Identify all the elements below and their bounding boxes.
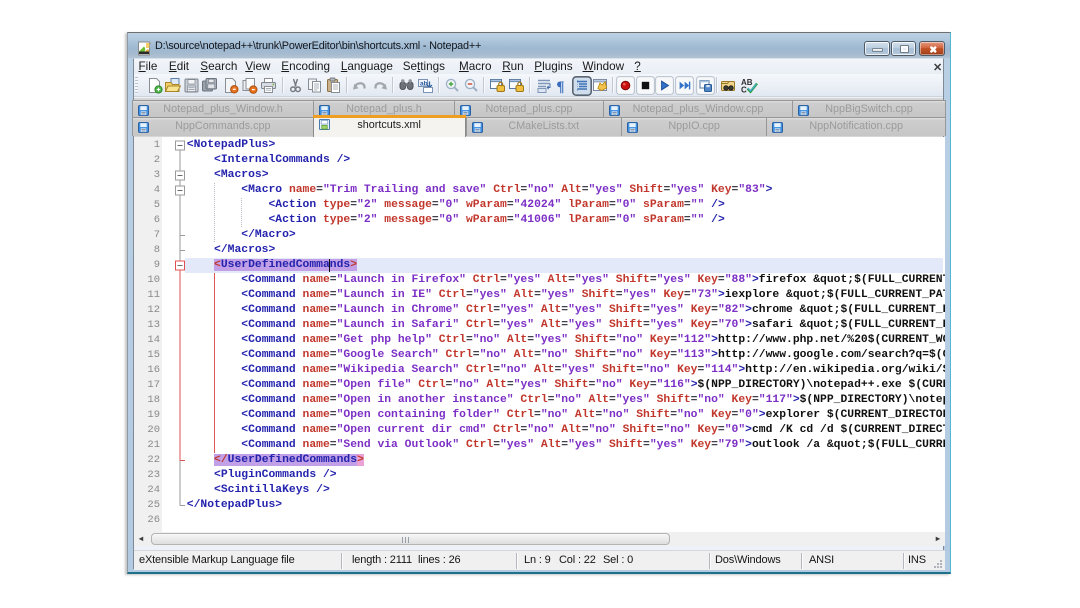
svg-text:ab: ab: [420, 81, 428, 88]
svg-text:¶: ¶: [556, 79, 564, 94]
svg-text:C: C: [741, 86, 747, 95]
